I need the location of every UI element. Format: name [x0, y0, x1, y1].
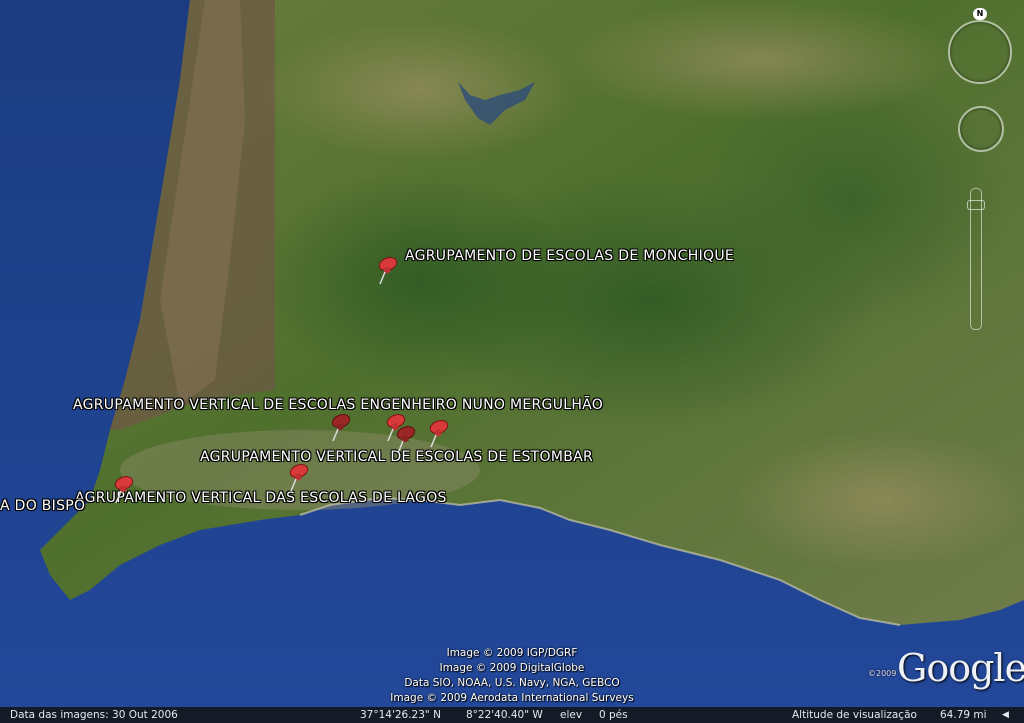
attribution-line: Image © 2009 IGP/DGRF: [446, 647, 578, 659]
attribution-line: Image © 2009 Aerodata International Surv…: [390, 692, 634, 704]
pushpin-icon[interactable]: [284, 462, 310, 492]
elevation-label: elev: [560, 709, 583, 721]
logo-copyright: ©2009: [868, 669, 897, 678]
longitude-readout: 8°22'40.40" W: [466, 709, 543, 721]
map-view[interactable]: AGRUPAMENTO DE ESCOLAS DE MONCHIQUE AGRU…: [0, 0, 1024, 723]
pushpin-icon[interactable]: [424, 418, 450, 448]
move-joystick[interactable]: [958, 106, 1004, 152]
status-bar: Data das imagens: 30 Out 2006 37°14'26.2…: [0, 707, 1024, 723]
eye-altitude-label: Altitude de visualização: [792, 709, 917, 721]
latitude-readout: 37°14'26.23" N: [360, 709, 441, 721]
placemark-label-nuno-mergulhao[interactable]: AGRUPAMENTO VERTICAL DE ESCOLAS ENGENHEI…: [73, 397, 603, 413]
look-joystick[interactable]: [948, 20, 1012, 84]
zoom-slider-thumb[interactable]: [967, 200, 985, 210]
attribution-line: Data SIO, NOAA, U.S. Navy, NGA, GEBCO: [404, 677, 620, 689]
eye-altitude-value: 64.79 mi: [940, 709, 987, 721]
elevation-value: 0 pés: [599, 709, 628, 721]
pushpin-icon[interactable]: [326, 412, 352, 442]
north-indicator[interactable]: N: [973, 8, 987, 20]
pushpin-icon[interactable]: [109, 474, 135, 504]
status-menu-icon[interactable]: ◀: [1002, 707, 1009, 723]
satellite-terrain[interactable]: [0, 0, 1024, 723]
placemark-label-monchique[interactable]: AGRUPAMENTO DE ESCOLAS DE MONCHIQUE: [405, 248, 734, 264]
pushpin-icon[interactable]: [373, 255, 399, 285]
navigation-controls[interactable]: N: [936, 8, 1024, 338]
placemark-label-vila-do-bispo[interactable]: A DO BISPO: [0, 498, 85, 514]
imagery-date: Data das imagens: 30 Out 2006: [10, 709, 178, 721]
pushpin-icon[interactable]: [391, 424, 417, 454]
google-logo: Google: [897, 646, 1024, 690]
